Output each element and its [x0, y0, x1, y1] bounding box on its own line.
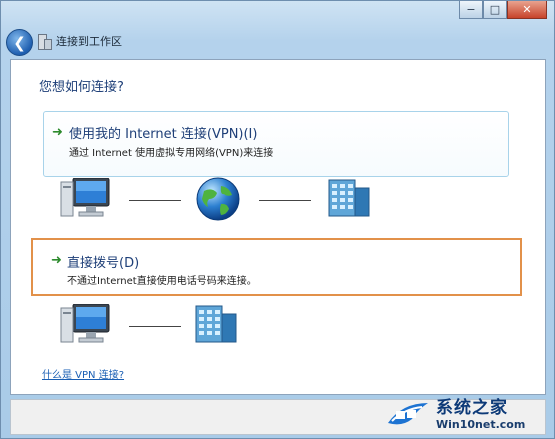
option-vpn-title: 使用我的 Internet 连接(VPN)(I): [69, 127, 258, 142]
watermark-cn: 系统之家: [436, 397, 508, 418]
close-button[interactable]: ✕: [507, 1, 547, 19]
globe-icon: [196, 177, 240, 221]
title-bar-buttons: − □ ✕: [459, 1, 547, 19]
computer-icon: [60, 304, 110, 343]
what-is-vpn-link[interactable]: 什么是 VPN 连接?: [42, 366, 124, 381]
back-arrow-icon: ❮: [13, 33, 26, 52]
office-building-icon: [195, 305, 237, 343]
windows-logo-icon: [388, 403, 428, 425]
minimize-icon: −: [466, 3, 476, 16]
option-direct-dial[interactable]: ➜ 直接拨号(D) 不通过Internet直接使用电话号码来连接。: [31, 238, 522, 296]
network-folder-icon: [38, 33, 52, 50]
green-arrow-icon: ➜: [51, 253, 62, 268]
office-building-icon: [328, 179, 370, 217]
breadcrumb: 连接到工作区: [38, 33, 122, 50]
breadcrumb-title: 连接到工作区: [56, 35, 122, 48]
watermark-logo: 系统之家 Win10net.com: [382, 394, 550, 434]
back-button[interactable]: ❮: [6, 29, 33, 56]
connection-line: [129, 200, 181, 201]
option-vpn[interactable]: ➜ 使用我的 Internet 连接(VPN)(I) 通过 Internet 使…: [43, 111, 509, 177]
option-direct-dial-description: 不通过Internet直接使用电话号码来连接。: [67, 276, 257, 287]
connection-line: [259, 200, 311, 201]
minimize-button[interactable]: −: [459, 1, 483, 19]
connect-to-workplace-window: − □ ✕ ❮ 连接到工作区 您想如何连接? ➜ 使用我的 Internet 连…: [0, 0, 555, 439]
option-vpn-description: 通过 Internet 使用虚拟专用网络(VPN)来连接: [69, 148, 274, 159]
watermark-en: Win10net.com: [436, 417, 526, 431]
maximize-button[interactable]: □: [483, 1, 507, 19]
maximize-icon: □: [489, 3, 501, 16]
wizard-content: 您想如何连接? ➜ 使用我的 Internet 连接(VPN)(I) 通过 In…: [10, 59, 546, 395]
page-heading: 您想如何连接?: [39, 80, 124, 95]
green-arrow-icon: ➜: [52, 125, 63, 140]
close-icon: ✕: [522, 3, 532, 16]
option-direct-dial-title: 直接拨号(D): [67, 256, 140, 271]
dialup-diagram: [59, 302, 249, 348]
computer-icon: [60, 178, 110, 217]
vpn-diagram: [59, 176, 379, 222]
connection-line: [129, 326, 181, 327]
